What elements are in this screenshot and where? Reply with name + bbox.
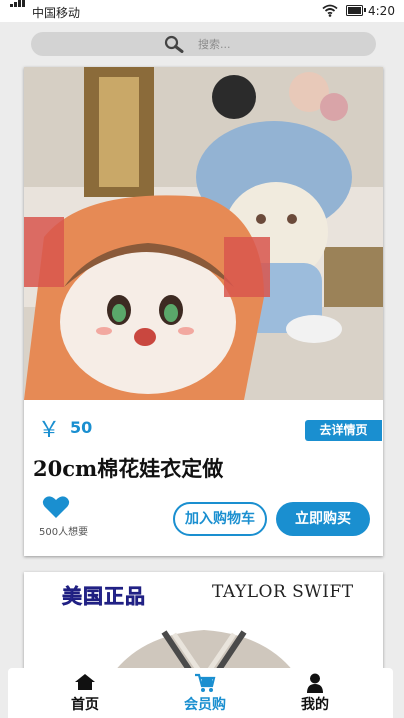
currency-symbol: ￥ (38, 418, 61, 443)
tab-profile[interactable]: 我的 (270, 668, 360, 718)
tab-home[interactable]: 首页 (40, 668, 130, 718)
details-button[interactable]: 去详情页 (305, 420, 382, 441)
tab-label: 我的 (301, 697, 329, 713)
search-icon (164, 35, 184, 53)
tab-label: 首页 (71, 697, 99, 713)
product-price: 50 (70, 418, 93, 437)
battery-icon (346, 5, 366, 16)
heart-icon[interactable] (42, 495, 70, 519)
cart-icon (195, 673, 216, 692)
add-to-cart-button[interactable]: 加入购物车 (173, 502, 267, 536)
brand-label: 美国正品 (62, 584, 146, 609)
product-title: 20cm棉花娃衣定做 (33, 456, 224, 481)
user-icon (307, 673, 323, 693)
wifi-icon (322, 4, 338, 17)
home-icon (75, 674, 95, 690)
buy-now-button[interactable]: 立即购买 (276, 502, 370, 536)
product-photo (24, 67, 383, 400)
search-placeholder: 搜索... (198, 38, 231, 51)
tab-label: 会员购 (184, 697, 226, 713)
status-bar: 中国移动 4:20 (0, 0, 404, 22)
wants-count: 500人想要 (39, 527, 89, 538)
bottom-nav: 首页 会员购 我的 (8, 668, 393, 718)
tab-member-shop[interactable]: 会员购 (160, 668, 250, 718)
brand-label: TAYLOR SWIFT (212, 582, 354, 602)
carrier-label: 中国移动 (32, 6, 81, 20)
product-card[interactable]: ￥ 50 去详情页 20cm棉花娃衣定做 500人想要 加入购物车 立即购买 (24, 67, 383, 556)
search-bar[interactable]: 搜索... (31, 32, 376, 56)
clock: 4:20 (368, 4, 395, 18)
